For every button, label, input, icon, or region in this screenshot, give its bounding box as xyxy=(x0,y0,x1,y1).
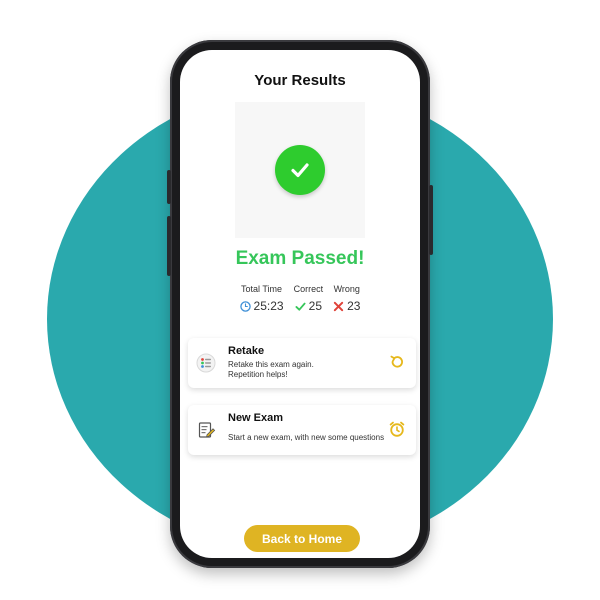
stage: Your Results Exam Passed! Total Time 25:… xyxy=(0,0,600,600)
stat-correct: Correct 25 xyxy=(294,284,324,313)
check-icon xyxy=(295,302,306,311)
card-description-line: Retake this exam again. xyxy=(228,360,314,369)
phone-side-button xyxy=(167,216,171,276)
card-title: Retake xyxy=(228,345,265,357)
card-description-line: Repetition helps! xyxy=(228,370,288,379)
stat-value-row: 23 xyxy=(333,299,360,313)
exam-status: Exam Passed! xyxy=(235,248,365,269)
results-screen: Your Results Exam Passed! Total Time 25:… xyxy=(180,50,420,558)
alarm-clock-icon[interactable] xyxy=(388,420,406,438)
card-description: Retake this exam again. Repetition helps… xyxy=(228,360,314,380)
back-to-home-button[interactable]: Back to Home xyxy=(244,525,360,552)
stats-row: Total Time 25:23 Correct 25 Wrong 23 xyxy=(180,284,420,313)
stat-value-row: 25 xyxy=(295,299,322,313)
phone-frame: Your Results Exam Passed! Total Time 25:… xyxy=(167,40,433,568)
stat-label: Correct xyxy=(293,284,324,294)
retry-icon[interactable] xyxy=(388,353,406,371)
stat-label: Wrong xyxy=(333,284,360,294)
page-title: Your Results xyxy=(254,72,346,89)
stat-value: 23 xyxy=(347,299,361,313)
clock-icon xyxy=(239,300,251,312)
stat-value-row: 25:23 xyxy=(239,299,284,313)
stat-value: 25:23 xyxy=(253,299,284,313)
card-description: Start a new exam, with new some question… xyxy=(228,433,385,442)
result-hero xyxy=(235,102,365,238)
retake-card[interactable]: Retake Retake this exam again. Repetitio… xyxy=(188,338,416,388)
phone-side-button xyxy=(429,185,433,255)
edit-document-icon xyxy=(198,422,216,438)
stat-label: Total Time xyxy=(241,284,283,294)
cross-icon xyxy=(333,301,344,311)
card-title: New Exam xyxy=(228,412,284,424)
phone-side-button xyxy=(167,170,171,204)
check-circle-icon xyxy=(275,145,325,195)
stat-value: 25 xyxy=(308,299,323,313)
stat-total-time: Total Time 25:23 xyxy=(239,284,284,313)
stat-wrong: Wrong 23 xyxy=(333,284,361,313)
new-exam-card[interactable]: New Exam Start a new exam, with new some… xyxy=(188,405,416,455)
checklist-icon xyxy=(196,353,216,373)
